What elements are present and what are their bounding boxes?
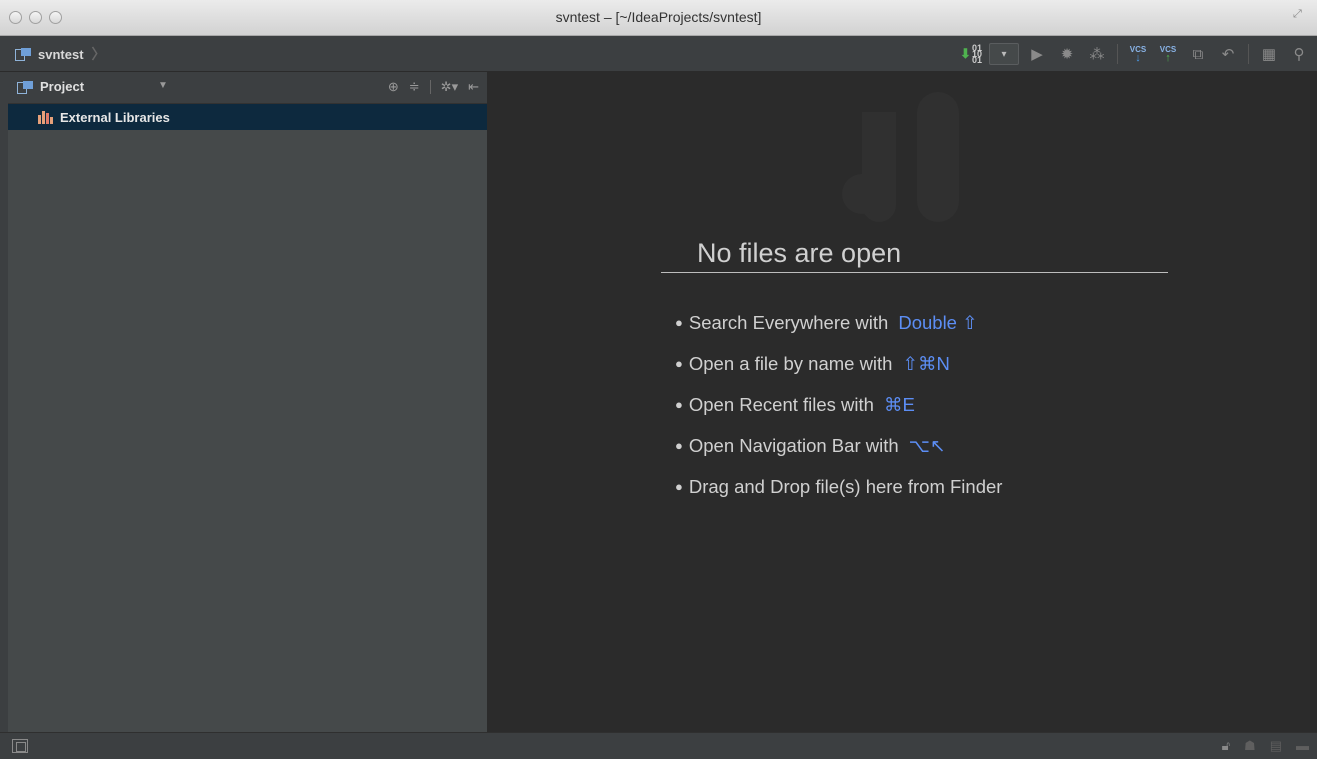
title-bar: svntest – [~/IdeaProjects/svntest] ⤢ [0, 0, 1317, 36]
hint-text: Drag and Drop file(s) here from Finder [688, 475, 1003, 497]
scroll-from-source-icon[interactable]: ⊕ [388, 79, 399, 95]
gear-icon[interactable]: ✲▾ [441, 79, 458, 95]
vcs-commit-icon[interactable]: VCS ↑ [1156, 42, 1180, 66]
editor-area[interactable]: No files are open ● Search Everywhere wit… [487, 72, 1317, 732]
hint-text: Open Navigation Bar with [688, 434, 899, 456]
navigation-bar: svntest 〉 ⬇ 01 10 01 ▾ ▶ ✹ ⁂ VCS ↓ VCS ↑ ⧉ ↶ … [0, 36, 1317, 72]
project-panel-tools: ⊕ ≑ ✲▾ ⇤ [388, 79, 479, 95]
tool-separator [429, 80, 431, 94]
toolbar-separator [1248, 44, 1249, 64]
hint-item: ● Open a file by name with ⇧⌘N [675, 352, 950, 374]
project-folder-icon [14, 47, 32, 61]
project-folder-icon [16, 80, 34, 94]
chevron-down-icon: ▾ [1001, 48, 1007, 60]
hint-item: ● Open Navigation Bar with ⌥↖ [675, 434, 946, 456]
hint-text: Open Recent files with [688, 393, 874, 415]
run-icon[interactable]: ▶ [1025, 42, 1049, 66]
inspector-icon[interactable]: ☗ [1244, 738, 1256, 754]
tree-item-label: External Libraries [60, 109, 170, 125]
hint-item: ● Search Everywhere with Double ⇧ [675, 311, 978, 333]
make-project-icon[interactable]: ⬇ 01 10 01 [959, 42, 983, 66]
status-widgets: 🔓︎ ☗ ▤ ▬ [1222, 738, 1309, 754]
window-title: svntest – [~/IdeaProjects/svntest] [555, 9, 762, 25]
undo-icon[interactable]: ↶ [1216, 42, 1240, 66]
vcs-compare-icon[interactable]: ⧉ [1186, 42, 1210, 66]
editor-hints-list: ● Search Everywhere with Double ⇧ ● Open a … [675, 302, 1002, 507]
project-tool-window: Project ▼ ⊕ ≑ ✲▾ ⇤ External Libraries [8, 72, 487, 732]
tree-item-external-libraries[interactable]: External Libraries [8, 104, 487, 130]
title-underline [661, 272, 1168, 273]
breadcrumb-project-label: svntest [38, 46, 84, 62]
hint-shortcut: ⇧⌘N [902, 352, 950, 374]
run-config-dropdown[interactable]: ▾ [989, 43, 1019, 65]
breadcrumb[interactable]: svntest 〉 [14, 45, 106, 63]
hint-text: Open a file by name with [688, 352, 893, 374]
search-icon[interactable]: ⚲ [1287, 42, 1311, 66]
memory-indicator-icon[interactable]: ▤ [1270, 738, 1282, 754]
hint-item: ● Open Recent files with ⌘E [675, 393, 915, 415]
fullscreen-icon[interactable]: ⤢ [1293, 8, 1307, 22]
event-log-icon[interactable]: ▬ [1296, 738, 1309, 754]
project-tree: External Libraries [8, 104, 487, 130]
project-structure-icon[interactable]: ▦ [1257, 42, 1281, 66]
toolbar-separator [1117, 44, 1118, 64]
project-panel-title: Project [40, 79, 85, 94]
hint-shortcut: Double ⇧ [898, 311, 978, 333]
hint-text: Search Everywhere with [688, 311, 889, 333]
project-panel-header: Project ▼ ⊕ ≑ ✲▾ ⇤ [8, 72, 487, 104]
coverage-icon[interactable]: ⁂ [1085, 42, 1109, 66]
library-icon [38, 110, 54, 124]
status-bar: 🔓︎ ☗ ▤ ▬ [0, 732, 1317, 759]
vcs-update-icon[interactable]: VCS ↓ [1126, 42, 1150, 66]
lock-icon[interactable]: 🔓︎ [1222, 738, 1230, 754]
breadcrumb-chevron-icon: 〉 [91, 46, 106, 62]
hint-shortcut: ⌘E [883, 393, 915, 415]
debug-icon[interactable]: ✹ [1055, 42, 1079, 66]
collapse-all-icon[interactable]: ≑ [409, 79, 420, 95]
hint-shortcut: ⌥↖ [908, 434, 946, 456]
project-view-selector[interactable]: Project [16, 79, 84, 94]
empty-editor-title: No files are open [697, 238, 902, 268]
main-toolbar: ⬇ 01 10 01 ▾ ▶ ✹ ⁂ VCS ↓ VCS ↑ ⧉ ↶ ▦ ⚲ [959, 40, 1311, 68]
ide-window: svntest – [~/IdeaProjects/svntest] ⤢ svn… [0, 0, 1317, 759]
chevron-down-icon[interactable]: ▼ [158, 80, 168, 91]
left-tool-stripe [0, 72, 8, 732]
hide-panel-icon[interactable]: ⇤ [468, 79, 479, 95]
tool-windows-toggle-icon[interactable] [12, 739, 28, 753]
hint-item: ● Drag and Drop file(s) here from Finder [675, 475, 1003, 497]
